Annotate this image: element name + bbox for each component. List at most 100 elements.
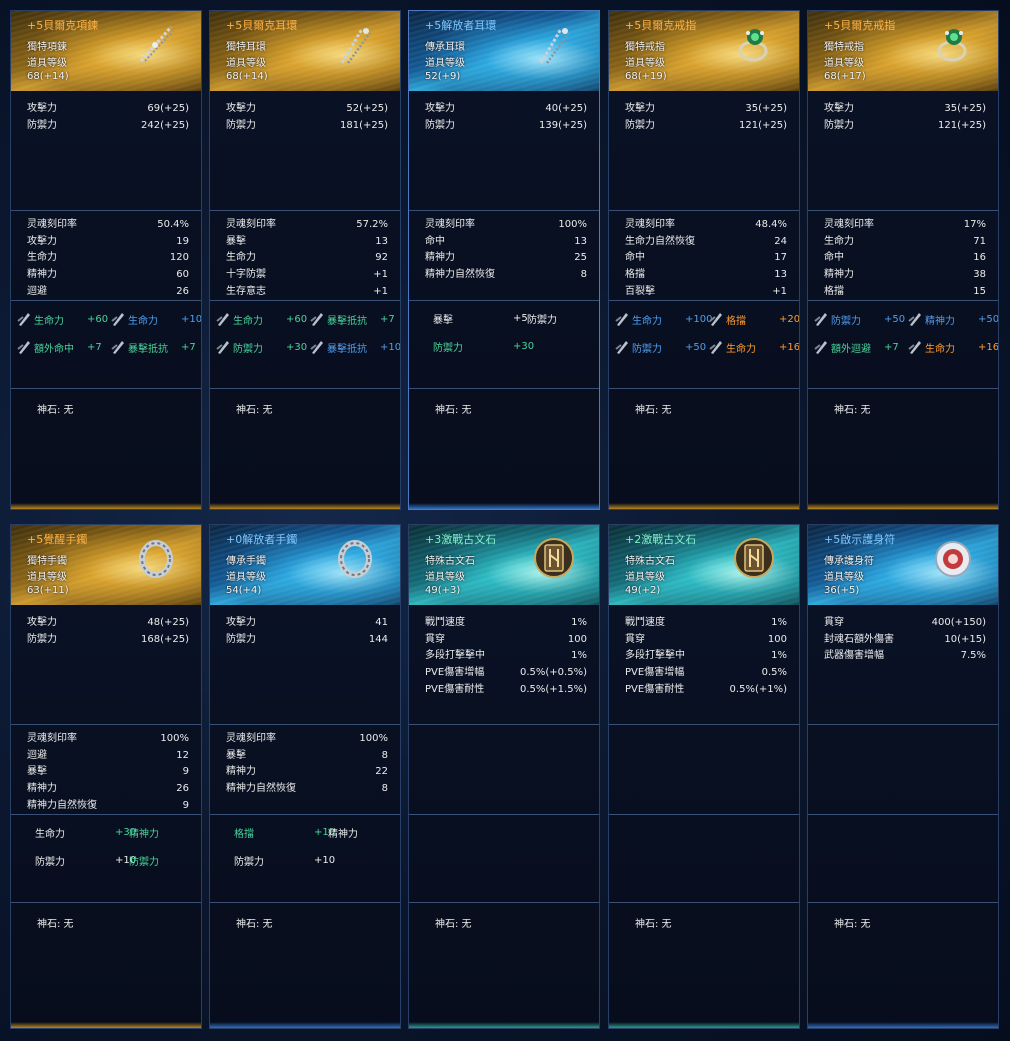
stat-value: 26 (176, 783, 189, 795)
item-card[interactable]: +5啟示護身符 傳承護身符 道具等级 36(+5) 貫穿 400(+150) 封魂石額外傷害… (807, 524, 999, 1029)
item-card[interactable]: +3激戰古文石 特殊古文石 道具等级 49(+3) 戰鬥速度 1% 貫穿 100 多段打擊擊中 1… (408, 524, 600, 1029)
stat-value: 8 (381, 783, 388, 795)
stat-name: 攻擊力 (226, 617, 256, 628)
stat-value: 60 (176, 269, 189, 281)
bonus-value: +60 (87, 313, 109, 325)
stat-value: 22 (375, 766, 388, 778)
base-stat-row: PVE傷害耐性 0.5%(+1.5%) (425, 682, 587, 699)
stat-value: 1% (771, 617, 787, 628)
stat-name: 生存意志 (226, 285, 266, 297)
bonus-stat: 生命力 +30 (35, 825, 136, 840)
item-level-label: 道具等级 (27, 58, 67, 69)
bonus-value: +7 (884, 341, 899, 353)
stat-value: 12 (176, 749, 189, 761)
stat-name: 生命力 (824, 235, 854, 247)
soul-stat-row: 精神力 25 (425, 250, 587, 267)
stat-value: +1 (373, 285, 388, 297)
stat-name: 防禦力 (824, 119, 854, 131)
item-card[interactable]: +0解放者手鐲 傳承手鐲 道具等级 54(+4) 攻擊力 41 防禦力 144 灵魂刻印率 100… (209, 524, 401, 1029)
spirit-stone-label: 神石: 无 (37, 405, 74, 416)
stat-value: 69(+25) (147, 103, 189, 114)
soul-stat-row: 生命力自然恢復 24 (625, 234, 787, 251)
bonus-name: 生命力 (925, 343, 955, 355)
soul-stats: 灵魂刻印率 57.2% 暴擊 13 生命力 92 十字防禦 +1 生存意志 +1 (210, 211, 400, 301)
item-card[interactable]: +5解放者耳環 傳承耳環 道具等级 52(+9) 攻擊力 40(+25) 防禦力 139(+2… (408, 10, 600, 510)
base-stats: 攻擊力 41 防禦力 144 (210, 605, 400, 725)
stat-value: 38 (973, 269, 986, 281)
stat-value: 0.5%(+0.5%) (520, 667, 587, 679)
base-stat-row: 防禦力 121(+25) (824, 118, 986, 135)
item-level-label: 道具等级 (824, 58, 864, 69)
stat-name: 灵魂刻印率 (226, 219, 276, 230)
bonus-name: 精神力 (328, 829, 358, 840)
spirit-stone: 神石: 无 (808, 903, 998, 930)
bonus-name: 生命力 (632, 315, 662, 327)
stat-value: 1% (571, 617, 587, 628)
earring-icon (531, 21, 577, 67)
soul-stat-row: 格擋 15 (824, 284, 986, 301)
stat-value: 24 (774, 235, 787, 247)
stat-value: 120 (169, 252, 189, 264)
soul-stat-row: 格擋 13 (625, 267, 787, 284)
item-level-label: 道具等级 (226, 58, 266, 69)
stat-value: 400(+150) (931, 617, 986, 628)
stat-name: PVE傷害耐性 (425, 683, 485, 695)
bonus-stats: 生命力+30精神力+30 防禦力+10防禦力+30 (11, 815, 201, 903)
bonus-name: 防禦力 (527, 315, 557, 326)
ring-icon (930, 21, 976, 67)
stat-value: 48(+25) (147, 617, 189, 628)
soul-stat-row: 灵魂刻印率 50.4% (27, 217, 189, 234)
soul-stat-row: 生命力 120 (27, 250, 189, 267)
stat-name: 攻擊力 (226, 103, 256, 114)
soul-stat-row: 精神力 22 (226, 764, 388, 781)
bonus-value: +10 (314, 855, 336, 866)
bonus-name: 格擋 (234, 829, 254, 840)
stat-value: 15 (973, 285, 986, 297)
bonus-stat: 暴擊 +5 (433, 311, 528, 326)
stat-value: 26 (176, 285, 189, 297)
stat-value: 10(+15) (944, 633, 986, 645)
base-stat-row: 封魂石額外傷害 10(+15) (824, 632, 986, 649)
base-stats: 戰鬥速度 1% 貫穿 100 多段打擊擊中 1% PVE傷害增幅 0.5%(+0.5%) PVE… (409, 605, 599, 725)
spirit-stone: 神石: 无 (409, 903, 599, 930)
soul-stat-row: 灵魂刻印率 100% (425, 217, 587, 234)
item-title: +0解放者手鐲 (226, 533, 298, 546)
stat-name: PVE傷害增幅 (625, 667, 685, 679)
item-card[interactable]: +5貝爾克耳環 獨特耳環 道具等级 68(+14) 攻擊力 52(+25) 防禦力 181(+… (209, 10, 401, 510)
stat-name: PVE傷害耐性 (625, 683, 685, 695)
item-level: 54(+4) (226, 585, 262, 596)
item-card[interactable]: +5貝爾克項鍊 獨特項鍊 道具等级 68(+14) 攻擊力 69(+25) 防禦力 242(+… (10, 10, 202, 510)
soul-stats (808, 725, 998, 815)
spirit-stone-label: 神石: 无 (37, 919, 74, 930)
bonus-name: 生命力 (726, 343, 756, 355)
item-card[interactable]: +5貝爾克戒指 獨特戒指 道具等级 68(+19) 攻擊力 35(+25) 防禦力 121(+… (608, 10, 800, 510)
spirit-stone: 神石: 无 (808, 389, 998, 416)
bonus-icon (310, 339, 324, 355)
bracelet-icon (133, 535, 179, 581)
base-stat-row: 攻擊力 69(+25) (27, 101, 189, 118)
base-stat-row: 防禦力 242(+25) (27, 118, 189, 135)
soul-stat-row: 精神力自然恢復 8 (425, 267, 587, 284)
bonus-icon (17, 311, 31, 327)
bonus-value: +5 (513, 313, 528, 324)
item-card[interactable]: +2激戰古文石 特殊古文石 道具等级 49(+2) 戰鬥速度 1% 貫穿 100 多段打擊擊中 1… (608, 524, 800, 1029)
stat-name: 攻擊力 (27, 235, 57, 247)
item-title: +5貝爾克耳環 (226, 19, 298, 32)
item-type: 特殊古文石 (625, 556, 675, 567)
stat-name: 灵魂刻印率 (824, 219, 874, 230)
bonus-stat: 暴擊抵抗 +10 (310, 339, 400, 355)
item-level-label: 道具等级 (625, 572, 665, 583)
stat-name: 攻擊力 (425, 103, 455, 114)
item-card[interactable]: +5覺醒手鐲 獨特手鐲 道具等级 63(+11) 攻擊力 48(+25) 防禦力 168(+2… (10, 524, 202, 1029)
card-bottom-accent (609, 503, 799, 509)
item-title: +5貝爾克項鍊 (27, 19, 99, 32)
stat-value: 13 (774, 269, 787, 281)
soul-stat-row: 暴擊 9 (27, 764, 189, 781)
soul-stat-row: 精神力 38 (824, 267, 986, 284)
stat-value: 50.4% (157, 219, 189, 230)
item-card[interactable]: +5貝爾克戒指 獨特戒指 道具等级 68(+17) 攻擊力 35(+25) 防禦力 121(+… (807, 10, 999, 510)
stat-name: 暴擊 (27, 766, 47, 778)
item-type: 獨特戒指 (824, 42, 864, 53)
bonus-name: 防禦力 (831, 315, 861, 327)
item-title: +5解放者耳環 (425, 19, 497, 32)
